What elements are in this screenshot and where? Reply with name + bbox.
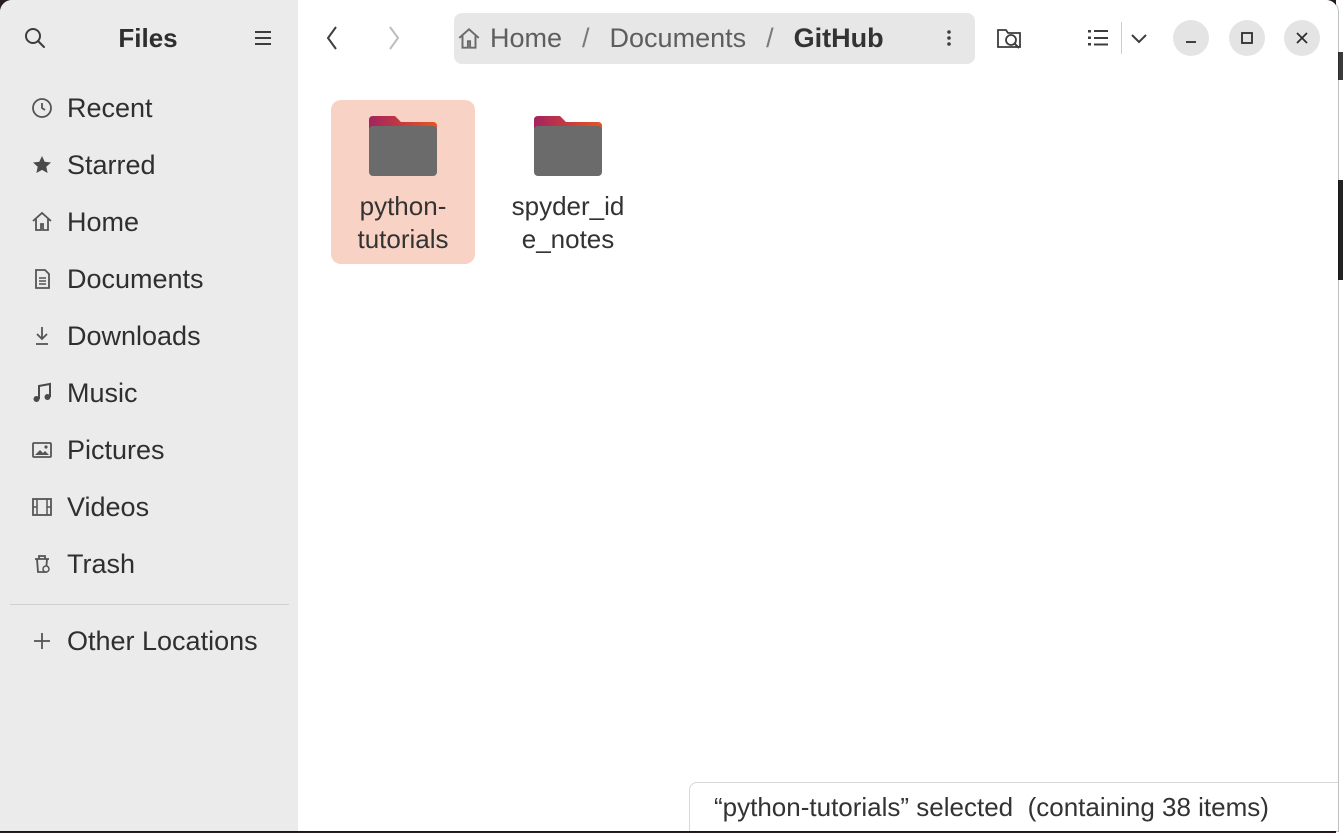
sidebar-item-label: Starred xyxy=(67,149,156,180)
list-view-icon xyxy=(1088,30,1108,46)
chevron-right-icon xyxy=(389,26,400,50)
sidebar-item-pictures[interactable]: Pictures xyxy=(10,426,288,474)
folder-icon xyxy=(534,116,602,176)
folder-item-python-tutorials[interactable]: python- tutorials xyxy=(331,100,475,264)
files-window: Files Recent Starred Home Documents Down… xyxy=(0,0,1338,831)
sidebar-item-recent[interactable]: Recent xyxy=(10,84,288,132)
search-button[interactable] xyxy=(16,20,54,56)
breadcrumb-home[interactable]: Home xyxy=(490,23,562,54)
chevron-down-icon xyxy=(1131,34,1147,44)
sidebar-item-other-locations[interactable]: Other Locations xyxy=(10,617,288,665)
sidebar-item-trash[interactable]: Trash xyxy=(10,540,288,588)
sidebar-item-documents[interactable]: Documents xyxy=(10,255,288,303)
main-menu-button[interactable] xyxy=(244,20,282,56)
minimize-button[interactable] xyxy=(1173,20,1209,56)
sidebar-item-label: Trash xyxy=(67,548,136,579)
header-bar: Home / Documents / GitHub xyxy=(298,0,1338,76)
sidebar-item-starred[interactable]: Starred xyxy=(10,141,288,189)
download-icon xyxy=(29,323,55,349)
home-icon xyxy=(456,26,482,52)
kebab-menu-icon xyxy=(947,30,951,46)
search-icon xyxy=(25,28,45,48)
maximize-button[interactable] xyxy=(1229,20,1265,56)
selection-status: “python-tutorials” selected (containing … xyxy=(689,782,1338,831)
sidebar-item-home[interactable]: Home xyxy=(10,198,288,246)
maximize-icon xyxy=(1241,32,1253,44)
folder-search-icon xyxy=(997,29,1021,49)
star-icon xyxy=(29,152,55,178)
minimize-icon xyxy=(1186,41,1196,43)
picture-icon xyxy=(29,437,55,463)
sidebar-item-label: Recent xyxy=(67,92,153,123)
sidebar-item-music[interactable]: Music xyxy=(10,369,288,417)
sidebar-item-videos[interactable]: Videos xyxy=(10,483,288,531)
sidebar-item-downloads[interactable]: Downloads xyxy=(10,312,288,360)
sidebar-item-label: Home xyxy=(67,206,140,237)
breadcrumb-separator: / xyxy=(766,23,774,53)
music-icon xyxy=(29,380,55,406)
back-button[interactable] xyxy=(318,18,346,58)
home-icon xyxy=(29,209,55,235)
breadcrumb-separator: / xyxy=(582,23,590,53)
search-location-button[interactable] xyxy=(992,18,1028,58)
sidebar-item-label: Documents xyxy=(67,263,204,294)
view-button-divider xyxy=(1121,22,1122,54)
hamburger-menu-icon xyxy=(255,31,271,45)
file-name: spyder_id e_notes xyxy=(511,191,625,254)
video-icon xyxy=(29,494,55,520)
view-options-button[interactable] xyxy=(1126,18,1152,58)
sidebar-item-label: Downloads xyxy=(67,320,201,351)
breadcrumb-documents[interactable]: Documents xyxy=(610,23,747,54)
clock-icon xyxy=(29,95,55,121)
sidebar-header: Files xyxy=(0,0,298,76)
forward-button[interactable] xyxy=(380,18,408,58)
path-options-button[interactable] xyxy=(938,18,960,58)
app-title: Files xyxy=(118,23,178,53)
folder-icon xyxy=(369,116,437,176)
folder-item-spyder-ide-notes[interactable]: spyder_id e_notes xyxy=(496,100,640,264)
view-toggle-button[interactable] xyxy=(1082,18,1114,58)
breadcrumb-github[interactable]: GitHub xyxy=(794,23,884,54)
document-icon xyxy=(29,266,55,292)
chevron-left-icon xyxy=(326,26,337,50)
sidebar-item-label: Music xyxy=(67,377,138,408)
sidebar-item-label: Other Locations xyxy=(67,625,258,656)
trash-icon xyxy=(29,551,55,577)
sidebar: Files Recent Starred Home Documents Down… xyxy=(0,0,299,831)
close-button[interactable] xyxy=(1284,20,1320,56)
path-bar[interactable]: Home / Documents / GitHub xyxy=(454,13,975,64)
file-view[interactable]: python- tutorials spyder_id e_notes “pyt… xyxy=(298,76,1338,831)
plus-icon xyxy=(29,628,55,654)
sidebar-item-label: Pictures xyxy=(67,434,165,465)
file-name: python- tutorials xyxy=(357,191,449,254)
sidebar-divider xyxy=(10,604,289,605)
sidebar-item-label: Videos xyxy=(67,491,150,522)
close-icon xyxy=(1296,32,1308,44)
